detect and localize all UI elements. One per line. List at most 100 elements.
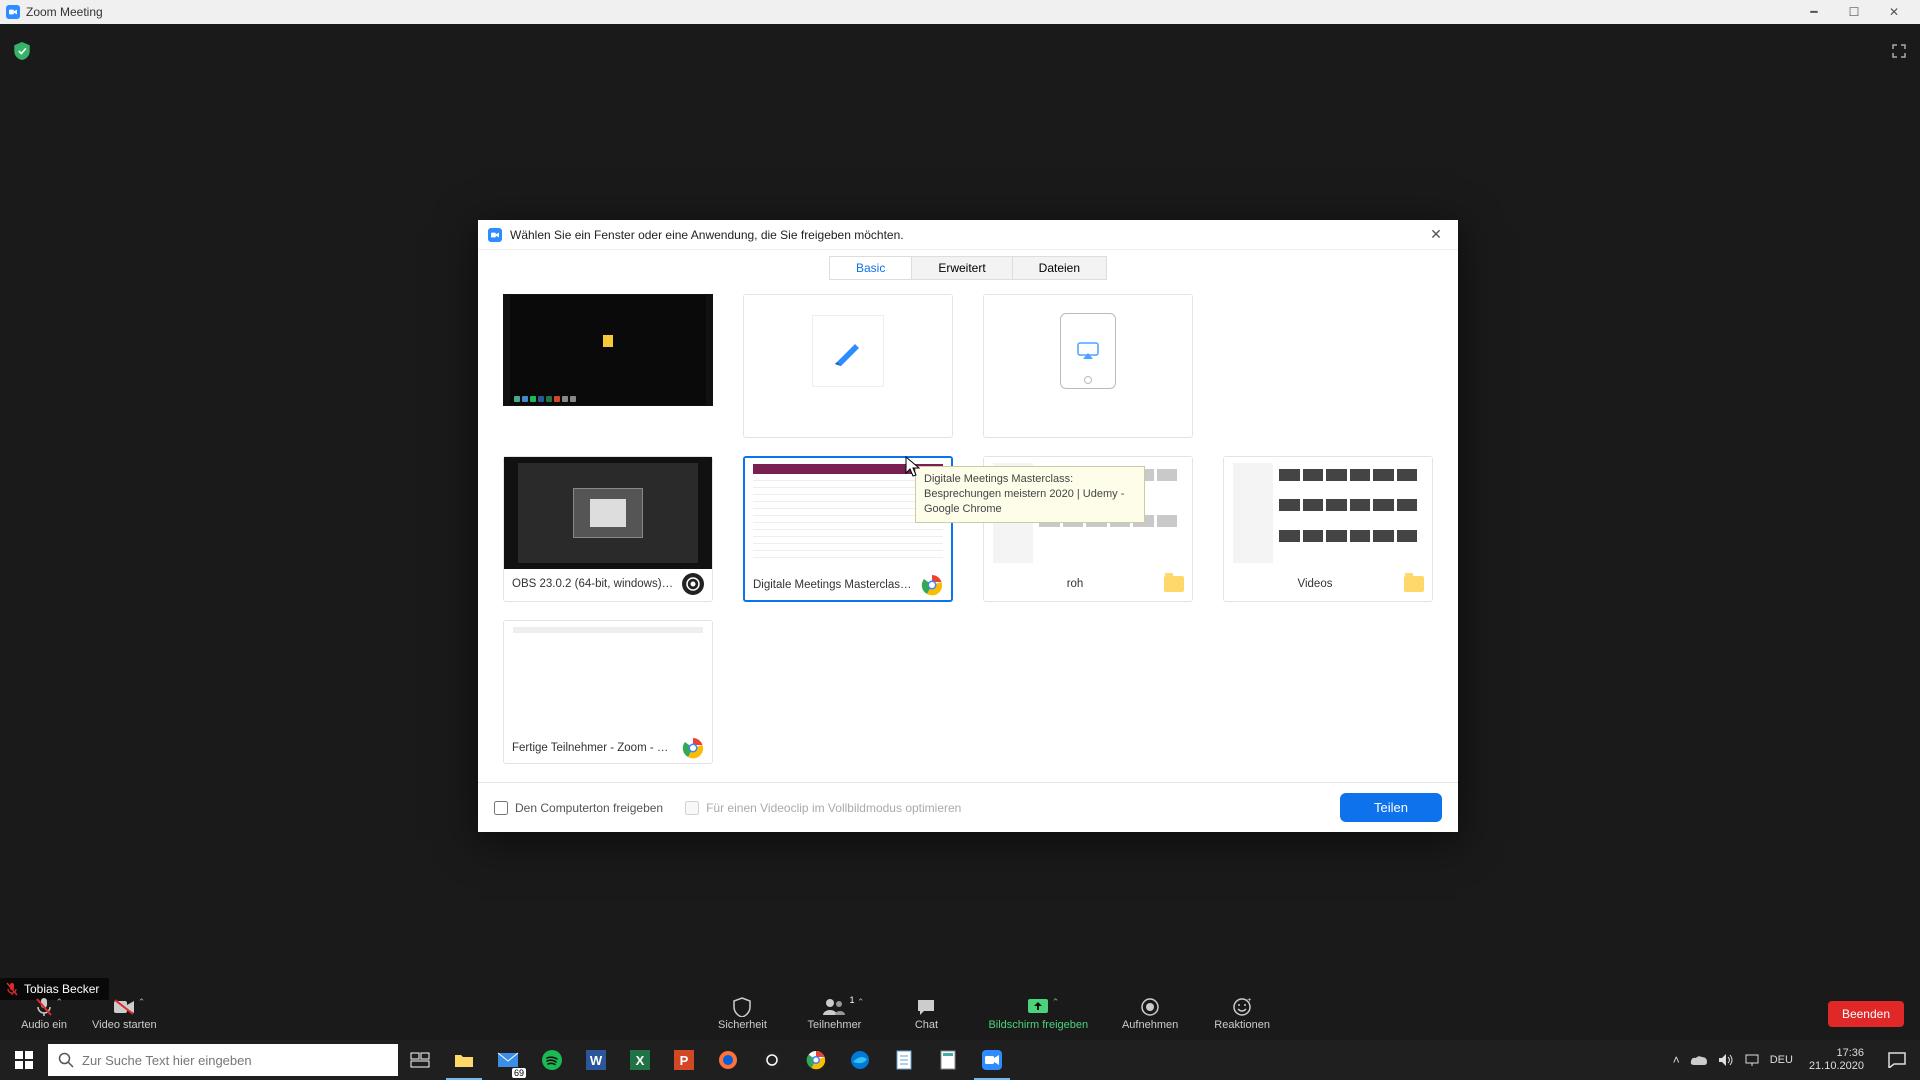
minimize-button[interactable]: ━ xyxy=(1794,0,1834,24)
thumb-iphone xyxy=(984,295,1192,407)
participants-button[interactable]: 1 ⌃ Teilnehmer xyxy=(804,997,864,1031)
notifications-icon[interactable] xyxy=(1880,1043,1914,1077)
chat-icon xyxy=(916,997,936,1017)
tab-files[interactable]: Dateien xyxy=(1013,256,1107,280)
obs-app-icon xyxy=(682,573,704,595)
thumb-screen xyxy=(503,294,713,406)
svg-text:P: P xyxy=(680,1053,689,1068)
dialog-footer: Den Computerton freigeben Für einen Vide… xyxy=(478,782,1458,832)
svg-text:W: W xyxy=(590,1053,603,1068)
tab-basic[interactable]: Basic xyxy=(829,256,912,280)
close-window-button[interactable]: ✕ xyxy=(1874,0,1914,24)
taskbar-pinned-apps: 69 W X P xyxy=(398,1040,1014,1080)
powerpoint-icon[interactable]: P xyxy=(662,1040,706,1080)
folder-icon xyxy=(1404,576,1424,592)
meeting-controls: ⌃ Audio ein ⌃ Video starten Sicherheit xyxy=(0,988,1920,1040)
chrome-app-icon xyxy=(682,737,704,759)
maximize-button[interactable]: ☐ xyxy=(1834,0,1874,24)
dialog-titlebar: Wählen Sie ein Fenster oder eine Anwendu… xyxy=(478,220,1458,250)
tray-chevron-icon[interactable]: ˄ xyxy=(1673,1053,1680,1067)
audio-button[interactable]: ⌃ Audio ein xyxy=(14,997,74,1031)
tile-screen[interactable]: Bildschirm xyxy=(503,294,713,438)
fullscreen-icon[interactable] xyxy=(1892,44,1906,58)
excel-icon[interactable]: X xyxy=(618,1040,662,1080)
video-icon: ⌃ xyxy=(113,997,135,1017)
share-screen-dialog: Wählen Sie ein Fenster oder eine Anwendu… xyxy=(478,220,1458,832)
zoom-taskbar-icon[interactable] xyxy=(970,1040,1014,1080)
mail-icon[interactable]: 69 xyxy=(486,1040,530,1080)
dialog-tabs: Basic Erweitert Dateien xyxy=(478,250,1458,290)
chrome-taskbar-icon[interactable] xyxy=(794,1040,838,1080)
security-button[interactable]: Sicherheit xyxy=(712,997,772,1031)
tray-language[interactable]: DEU xyxy=(1770,1054,1793,1066)
thumb-videos xyxy=(1224,457,1432,569)
tray-network-icon[interactable] xyxy=(1744,1053,1760,1067)
system-tray: ˄ DEU 17:36 21.10.2020 xyxy=(1673,1043,1920,1077)
window-title: Zoom Meeting xyxy=(26,5,103,19)
tile-chrome-udemy[interactable]: Digitale Meetings Masterclass: Be... Dig… xyxy=(743,456,953,602)
video-options-caret[interactable]: ⌃ xyxy=(138,997,146,1008)
record-button[interactable]: Aufnehmen xyxy=(1120,997,1180,1031)
tile-iphone-ipad[interactable]: iPhone/iPad xyxy=(983,294,1193,438)
search-placeholder: Zur Suche Text hier eingeben xyxy=(82,1053,252,1068)
share-tiles-grid: Bildschirm Whiteboard iPhone/iPad xyxy=(478,290,1458,782)
start-button[interactable] xyxy=(0,1040,48,1080)
participants-icon: 1 ⌃ xyxy=(822,997,846,1017)
tile-folder-roh[interactable]: roh xyxy=(983,456,1193,602)
tray-clock[interactable]: 17:36 21.10.2020 xyxy=(1803,1047,1870,1072)
word-icon[interactable]: W xyxy=(574,1040,618,1080)
mail-badge: 69 xyxy=(512,1068,526,1078)
share-screen-icon: ⌃ xyxy=(1027,997,1049,1017)
record-icon xyxy=(1141,997,1159,1017)
tile-folder-videos[interactable]: Videos xyxy=(1223,456,1433,602)
meeting-area: Tobias Becker ⌃ Audio ein ⌃ Video starte… xyxy=(0,24,1920,1040)
tile-videos-label: Videos xyxy=(1232,578,1398,590)
search-icon xyxy=(58,1052,74,1068)
airplay-icon xyxy=(1077,342,1099,360)
video-button[interactable]: ⌃ Video starten xyxy=(92,997,157,1031)
share-caret[interactable]: ⌃ xyxy=(1052,997,1060,1008)
windows-taskbar: Zur Suche Text hier eingeben 69 W X P ˄ … xyxy=(0,1040,1920,1080)
task-view-icon[interactable] xyxy=(398,1040,442,1080)
tile-zoomweb-label: Fertige Teilnehmer - Zoom - Goo... xyxy=(512,742,676,754)
chrome-app-icon xyxy=(921,574,943,596)
microphone-icon: ⌃ xyxy=(35,997,53,1017)
reactions-button[interactable]: + Reaktionen xyxy=(1212,997,1272,1031)
thumb-obs xyxy=(504,457,712,569)
window-titlebar: Zoom Meeting ━ ☐ ✕ xyxy=(0,0,1920,24)
taskbar-search[interactable]: Zur Suche Text hier eingeben xyxy=(48,1044,398,1076)
share-audio-checkbox[interactable]: Den Computerton freigeben xyxy=(494,801,663,815)
tile-whiteboard[interactable]: Whiteboard xyxy=(743,294,953,438)
encryption-shield-icon[interactable] xyxy=(14,42,30,60)
reactions-icon: + xyxy=(1233,997,1251,1017)
file-explorer-icon[interactable] xyxy=(442,1040,486,1080)
notepad-icon[interactable] xyxy=(882,1040,926,1080)
thumb-roh xyxy=(984,457,1192,569)
tray-volume-icon[interactable] xyxy=(1718,1053,1734,1067)
tile-obs[interactable]: OBS 23.0.2 (64-bit, windows) - Pr... xyxy=(503,456,713,602)
tray-onedrive-icon[interactable] xyxy=(1690,1054,1708,1066)
tab-advanced[interactable]: Erweitert xyxy=(912,256,1012,280)
dialog-close-button[interactable]: ✕ xyxy=(1424,226,1448,243)
firefox-icon[interactable] xyxy=(706,1040,750,1080)
optimize-video-checkbox[interactable]: Für einen Videoclip im Vollbildmodus opt… xyxy=(685,801,961,815)
obs-taskbar-icon[interactable] xyxy=(750,1040,794,1080)
end-meeting-button[interactable]: Beenden xyxy=(1828,1001,1904,1027)
chat-button[interactable]: Chat xyxy=(896,997,956,1031)
svg-text:X: X xyxy=(636,1053,645,1068)
wordpad-icon[interactable] xyxy=(926,1040,970,1080)
edge-icon[interactable] xyxy=(838,1040,882,1080)
zoom-app-icon xyxy=(488,228,502,242)
share-confirm-button[interactable]: Teilen xyxy=(1340,793,1442,822)
zoom-app-icon xyxy=(6,5,20,19)
tile-chrome-udemy-label: Digitale Meetings Masterclass: Be... xyxy=(753,579,915,591)
tile-obs-label: OBS 23.0.2 (64-bit, windows) - Pr... xyxy=(512,578,676,590)
participants-caret[interactable]: ⌃ xyxy=(857,997,865,1008)
thumb-whiteboard xyxy=(744,295,952,407)
share-screen-button[interactable]: ⌃ Bildschirm freigeben xyxy=(988,997,1088,1031)
spotify-icon[interactable] xyxy=(530,1040,574,1080)
tile-chrome-zoomweb[interactable]: Fertige Teilnehmer - Zoom - Goo... xyxy=(503,620,713,764)
tile-roh-label: roh xyxy=(992,578,1158,590)
audio-options-caret[interactable]: ⌃ xyxy=(55,997,63,1008)
thumb-zoomweb xyxy=(504,621,712,733)
